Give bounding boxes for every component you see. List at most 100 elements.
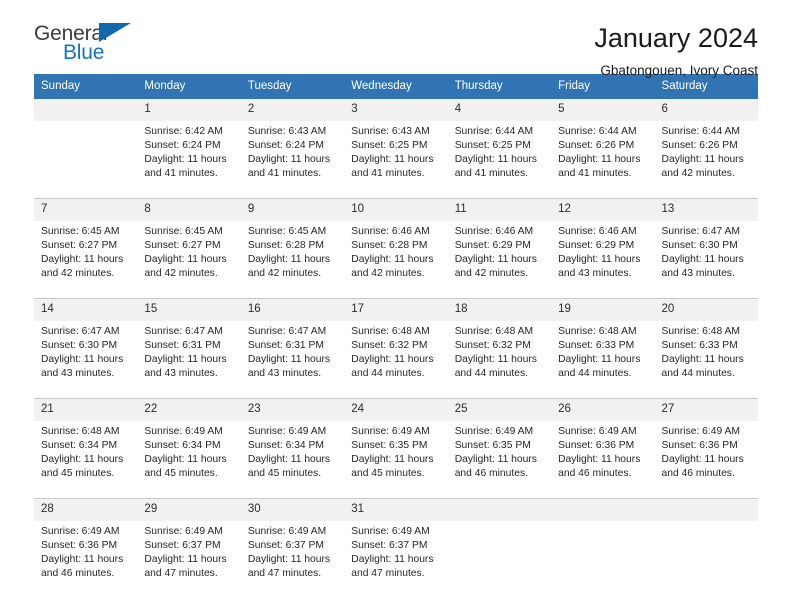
calendar-day-cell[interactable]: 12 Sunrise: 6:46 AM Sunset: 6:29 PM Dayligh… bbox=[551, 198, 655, 299]
day-info-line: Sunrise: 6:49 AM bbox=[558, 426, 637, 437]
calendar-day-cell[interactable]: 22 Sunrise: 6:49 AM Sunset: 6:34 PM Dayligh… bbox=[137, 398, 241, 499]
day-info-line: Sunrise: 6:48 AM bbox=[454, 326, 534, 337]
calendar-day-cell[interactable]: 9 Sunrise: 6:45 AM Sunset: 6:28 PM Daylight… bbox=[240, 198, 345, 299]
day-sun-info: Sunrise: 6:45 AM Sunset: 6:28 PM Daylight:… bbox=[241, 221, 344, 298]
triangle-icon bbox=[99, 23, 131, 42]
calendar-day-cell[interactable]: 2 Sunrise: 6:43 AM Sunset: 6:24 PM Daylight… bbox=[240, 99, 345, 199]
day-sun-info: Sunrise: 6:48 AM Sunset: 6:33 PM Daylight:… bbox=[551, 321, 654, 398]
day-number: 16 bbox=[240, 299, 345, 321]
calendar-day-cell[interactable]: 23 Sunrise: 6:49 AM Sunset: 6:34 PM Dayligh… bbox=[240, 398, 345, 499]
calendar-day-cell[interactable]: 18 Sunrise: 6:48 AM Sunset: 6:32 PM Dayligh… bbox=[447, 298, 552, 399]
day-info-line: and 46 minutes. bbox=[41, 568, 115, 580]
day-info-line: Daylight: 11 hours bbox=[41, 254, 124, 266]
calendar-day-cell[interactable]: 24 Sunrise: 6:49 AM Sunset: 6:35 PM Dayligh… bbox=[344, 398, 448, 499]
day-info-line: and 42 minutes. bbox=[661, 168, 735, 180]
day-sun-info: Sunrise: 6:43 AM Sunset: 6:25 PM Daylight:… bbox=[344, 121, 447, 198]
day-number: 17 bbox=[344, 299, 448, 321]
day-number: 13 bbox=[654, 199, 758, 221]
calendar-day-cell[interactable]: 17 Sunrise: 6:48 AM Sunset: 6:32 PM Dayligh… bbox=[344, 298, 448, 399]
calendar-day-cell[interactable]: 30 Sunrise: 6:49 AM Sunset: 6:37 PM Dayligh… bbox=[240, 499, 345, 604]
calendar-day-cell[interactable]: 5 Sunrise: 6:44 AM Sunset: 6:26 PM Daylight… bbox=[551, 99, 655, 199]
day-sun-info: Sunrise: 6:46 AM Sunset: 6:28 PM Daylight:… bbox=[344, 221, 447, 298]
day-info-line: Sunset: 6:24 PM bbox=[144, 140, 221, 152]
calendar-day-cell[interactable]: 16 Sunrise: 6:47 AM Sunset: 6:31 PM Dayligh… bbox=[240, 298, 345, 399]
day-number: 28 bbox=[34, 499, 138, 521]
calendar-day-cell[interactable]: 13 Sunrise: 6:47 AM Sunset: 6:30 PM Dayligh… bbox=[654, 198, 758, 299]
day-info-line: Daylight: 11 hours bbox=[144, 254, 227, 266]
calendar-day-cell[interactable]: 28 Sunrise: 6:49 AM Sunset: 6:36 PM Dayligh… bbox=[34, 499, 138, 604]
day-info-line: Daylight: 11 hours bbox=[558, 254, 641, 266]
day-info-line: Sunrise: 6:49 AM bbox=[247, 526, 327, 537]
calendar-day-cell[interactable]: 15 Sunrise: 6:47 AM Sunset: 6:31 PM Dayligh… bbox=[137, 298, 241, 399]
day-info-line: Sunset: 6:30 PM bbox=[41, 340, 118, 352]
day-sun-info: Sunrise: 6:48 AM Sunset: 6:34 PM Daylight:… bbox=[34, 421, 137, 498]
day-info-line: and 41 minutes. bbox=[558, 168, 632, 180]
calendar-day-cell[interactable]: 25 Sunrise: 6:49 AM Sunset: 6:35 PM Dayligh… bbox=[447, 398, 552, 499]
day-sun-info bbox=[34, 121, 137, 198]
day-info-line: Sunset: 6:27 PM bbox=[144, 240, 221, 252]
day-sun-info: Sunrise: 6:47 AM Sunset: 6:31 PM Daylight:… bbox=[137, 321, 240, 398]
day-sun-info: Sunrise: 6:49 AM Sunset: 6:36 PM Daylight:… bbox=[655, 421, 758, 498]
general-blue-logo[interactable]: General Blue bbox=[34, 22, 144, 68]
day-sun-info: Sunrise: 6:43 AM Sunset: 6:24 PM Daylight:… bbox=[241, 121, 344, 198]
day-number: 2 bbox=[240, 99, 345, 121]
calendar-day-cell[interactable]: 6 Sunrise: 6:44 AM Sunset: 6:26 PM Daylight… bbox=[654, 99, 758, 199]
day-info-line: Sunset: 6:34 PM bbox=[41, 440, 118, 452]
day-info-line: Sunrise: 6:43 AM bbox=[351, 126, 430, 137]
location-subtitle: Gbatongouen, Ivory Coast bbox=[600, 63, 758, 78]
day-info-line: and 46 minutes. bbox=[661, 468, 735, 480]
day-info-line: Sunrise: 6:44 AM bbox=[558, 126, 637, 137]
calendar-day-cell[interactable]: 4 Sunrise: 6:44 AM Sunset: 6:25 PM Daylight… bbox=[447, 99, 552, 199]
day-info-line: Sunset: 6:26 PM bbox=[661, 140, 738, 152]
calendar-day-cell[interactable]: 29 Sunrise: 6:49 AM Sunset: 6:37 PM Dayligh… bbox=[137, 499, 241, 604]
day-sun-info: Sunrise: 6:48 AM Sunset: 6:32 PM Daylight:… bbox=[344, 321, 447, 398]
day-number: 29 bbox=[137, 499, 241, 521]
day-info-line: Sunset: 6:25 PM bbox=[351, 140, 428, 152]
weekday-header-wednesday: Wednesday bbox=[344, 74, 448, 99]
day-info-line: and 42 minutes. bbox=[351, 268, 425, 280]
calendar-cell-empty bbox=[551, 499, 655, 604]
day-info-line: and 45 minutes. bbox=[351, 468, 425, 480]
calendar-day-cell[interactable]: 11 Sunrise: 6:46 AM Sunset: 6:29 PM Dayligh… bbox=[447, 198, 552, 299]
day-sun-info: Sunrise: 6:45 AM Sunset: 6:27 PM Daylight:… bbox=[34, 221, 137, 298]
day-info-line: Daylight: 11 hours bbox=[351, 254, 434, 266]
day-sun-info: Sunrise: 6:42 AM Sunset: 6:24 PM Daylight:… bbox=[137, 121, 240, 198]
day-info-line: and 42 minutes. bbox=[41, 268, 115, 280]
day-info-line: Sunset: 6:36 PM bbox=[661, 440, 738, 452]
calendar-day-cell[interactable]: 14 Sunrise: 6:47 AM Sunset: 6:30 PM Dayligh… bbox=[34, 298, 138, 399]
calendar-day-cell[interactable]: 26 Sunrise: 6:49 AM Sunset: 6:36 PM Dayligh… bbox=[551, 398, 655, 499]
day-sun-info: Sunrise: 6:47 AM Sunset: 6:31 PM Daylight:… bbox=[241, 321, 344, 398]
calendar-day-cell[interactable]: 10 Sunrise: 6:46 AM Sunset: 6:28 PM Dayligh… bbox=[344, 198, 448, 299]
calendar-day-cell[interactable]: 21 Sunrise: 6:48 AM Sunset: 6:34 PM Dayligh… bbox=[34, 398, 138, 499]
calendar-day-cell[interactable]: 1 Sunrise: 6:42 AM Sunset: 6:24 PM Daylight… bbox=[137, 99, 241, 199]
day-info-line: Daylight: 11 hours bbox=[454, 454, 537, 466]
day-info-line: Sunset: 6:29 PM bbox=[454, 240, 531, 252]
day-info-line: and 46 minutes. bbox=[558, 468, 632, 480]
calendar-day-cell[interactable]: 7 Sunrise: 6:45 AM Sunset: 6:27 PM Daylight… bbox=[34, 198, 138, 299]
calendar-day-cell[interactable]: 20 Sunrise: 6:48 AM Sunset: 6:33 PM Dayligh… bbox=[654, 298, 758, 399]
day-info-line: Daylight: 11 hours bbox=[351, 454, 434, 466]
day-info-line: and 42 minutes. bbox=[144, 268, 218, 280]
day-info-line: Sunrise: 6:45 AM bbox=[144, 226, 223, 237]
calendar-day-cell[interactable]: 19 Sunrise: 6:48 AM Sunset: 6:33 PM Dayligh… bbox=[551, 298, 655, 399]
calendar-page: General Blue January 2024 Gbatongouen, I… bbox=[0, 0, 792, 612]
day-info-line: Sunrise: 6:48 AM bbox=[41, 426, 120, 437]
calendar-day-cell[interactable]: 27 Sunrise: 6:49 AM Sunset: 6:36 PM Dayligh… bbox=[654, 398, 758, 499]
calendar-day-cell[interactable]: 8 Sunrise: 6:45 AM Sunset: 6:27 PM Daylight… bbox=[137, 198, 241, 299]
day-sun-info: Sunrise: 6:47 AM Sunset: 6:30 PM Daylight:… bbox=[655, 221, 758, 298]
day-info-line: Sunrise: 6:48 AM bbox=[558, 326, 637, 337]
calendar-day-cell[interactable]: 3 Sunrise: 6:43 AM Sunset: 6:25 PM Daylight… bbox=[344, 99, 448, 199]
day-sun-info: Sunrise: 6:48 AM Sunset: 6:33 PM Daylight:… bbox=[655, 321, 758, 398]
calendar-cell-empty bbox=[34, 99, 138, 199]
day-info-line: Sunset: 6:25 PM bbox=[454, 140, 531, 152]
day-info-line: Sunset: 6:34 PM bbox=[247, 440, 324, 452]
day-info-line: Daylight: 11 hours bbox=[558, 154, 641, 166]
day-info-line: and 45 minutes. bbox=[144, 468, 218, 480]
day-info-line: Sunset: 6:30 PM bbox=[661, 240, 738, 252]
day-info-line: and 44 minutes. bbox=[454, 368, 528, 380]
day-sun-info bbox=[448, 521, 551, 603]
day-info-line: Sunset: 6:32 PM bbox=[351, 340, 428, 352]
day-sun-info: Sunrise: 6:49 AM Sunset: 6:37 PM Daylight:… bbox=[344, 521, 447, 603]
calendar-day-cell[interactable]: 31 Sunrise: 6:49 AM Sunset: 6:37 PM Dayligh… bbox=[344, 499, 448, 604]
day-number: 30 bbox=[240, 499, 345, 521]
